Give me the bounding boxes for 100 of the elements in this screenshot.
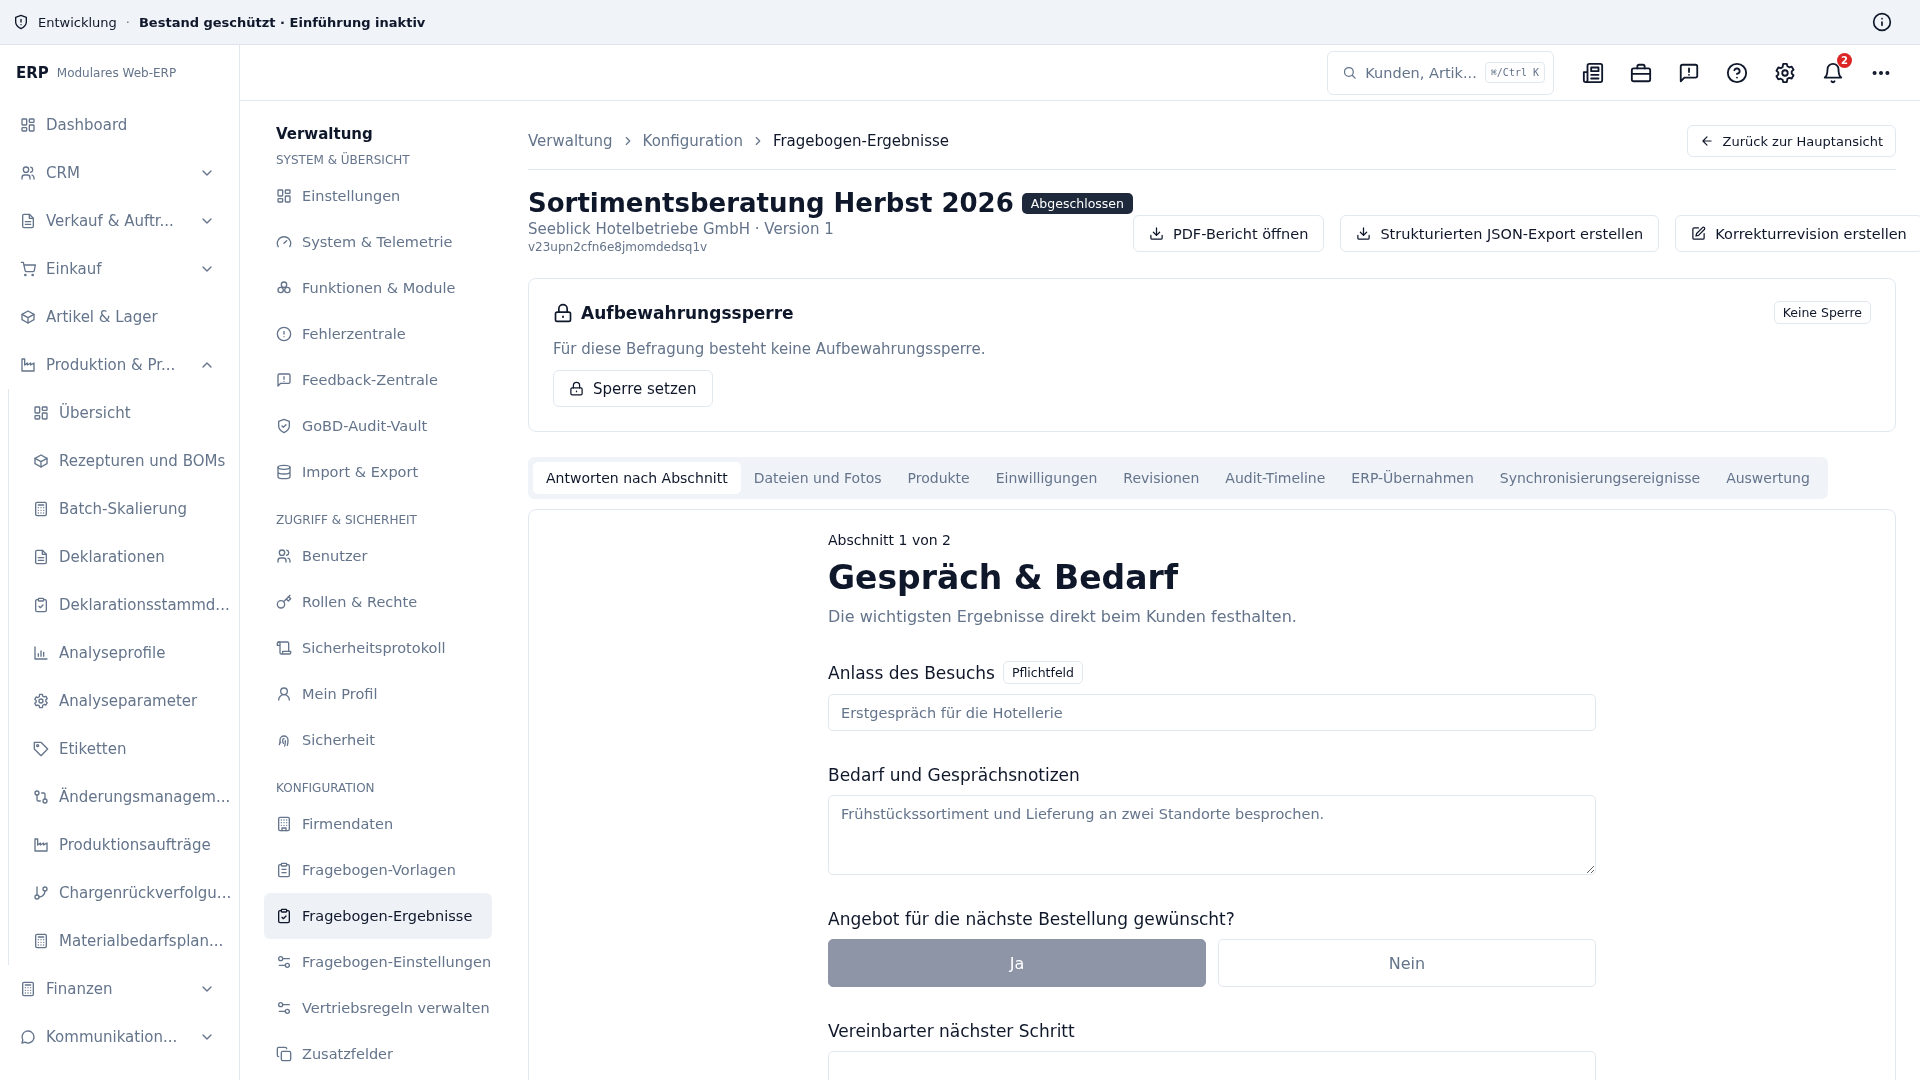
choice-button[interactable]: Nein — [1218, 939, 1596, 987]
tab[interactable]: Revisionen — [1110, 462, 1213, 494]
action-button[interactable]: Korrekturrevision erstellen — [1675, 215, 1920, 252]
page-title: Sortimentsberatung Herbst 2026 — [528, 188, 1014, 218]
arrow-left-icon — [1699, 134, 1714, 148]
admin-nav-item[interactable]: Zusatzfelder — [264, 1031, 492, 1077]
field-label: Anlass des Besuchs — [828, 662, 995, 683]
nav-subitem[interactable]: Analyseparameter — [9, 677, 239, 725]
sliders-icon — [276, 1000, 292, 1016]
briefcase-icon[interactable] — [1630, 61, 1652, 84]
building-icon — [276, 816, 292, 832]
nav-subitem[interactable]: Analyseprofile — [9, 629, 239, 677]
admin-nav-item[interactable]: Fragebogen-Vorlagen — [264, 847, 492, 893]
nav-subitem[interactable]: Änderungsmanagem... — [9, 773, 239, 821]
brand-subtitle: Modulares Web-ERP — [56, 66, 177, 80]
admin-nav-item[interactable]: Fragebogen-Ergebnisse — [264, 893, 492, 939]
brand-name: ERP — [16, 64, 49, 82]
action-button[interactable]: Strukturierten JSON-Export erstellen — [1340, 215, 1660, 252]
environment-label: Entwicklung — [38, 14, 117, 30]
nav-subitem[interactable]: Deklarationen — [9, 533, 239, 581]
users-icon — [276, 548, 292, 564]
choice-button[interactable]: Ja — [828, 939, 1206, 987]
text-area[interactable]: Frühstückssortiment und Lieferung an zwei Standorte besprochen. — [828, 795, 1596, 875]
copy-icon — [276, 1046, 292, 1062]
box-icon — [33, 453, 49, 469]
gear-icon[interactable] — [1774, 61, 1796, 84]
admin-nav-item[interactable]: Fragebogen-Einstellungen — [264, 939, 492, 985]
download-icon — [1356, 226, 1372, 241]
section-counter: Abschnitt 1 von 2 — [828, 532, 952, 548]
status-badge: Abgeschlossen — [1021, 192, 1133, 214]
user-icon — [276, 686, 292, 702]
breadcrumb-link[interactable]: Fragebogen-Ergebnisse — [772, 132, 950, 150]
database-icon — [276, 464, 292, 480]
separator: · — [125, 14, 130, 30]
nav-item[interactable]: Einkauf — [0, 245, 239, 293]
lock-icon — [569, 381, 584, 396]
nav-subitem[interactable]: Produktionsaufträge — [9, 821, 239, 869]
admin-nav-item[interactable]: Rollen & Rechte — [264, 579, 492, 625]
bar-chart-icon — [33, 645, 49, 661]
admin-nav-item[interactable]: Mein Profil — [264, 671, 492, 717]
admin-nav-item[interactable]: System & Telemetrie — [264, 219, 492, 265]
message-alert-icon[interactable] — [1678, 61, 1700, 84]
nav-item[interactable]: Kommunikation... — [0, 1013, 239, 1061]
set-lock-button[interactable]: Sperre setzen — [553, 370, 713, 407]
input-field[interactable]: Erstgespräch für die Hotellerie — [828, 694, 1596, 731]
factory-icon — [33, 837, 49, 853]
action-button[interactable]: PDF-Bericht öffnen — [1132, 215, 1325, 252]
field-label: Bedarf und Gesprächsnotizen — [828, 765, 1080, 785]
nav-subitem[interactable]: Deklarationsstammd... — [9, 581, 239, 629]
nav-subitem[interactable]: Batch-Skalierung — [9, 485, 239, 533]
search-icon — [1342, 65, 1358, 80]
tab[interactable]: Einwilligungen — [982, 462, 1111, 494]
tab[interactable]: Dateien und Fotos — [740, 462, 895, 494]
breadcrumb-link[interactable]: Verwaltung — [528, 132, 613, 150]
required-badge: Pflichtfeld — [1002, 661, 1083, 684]
admin-nav-item[interactable]: Funktionen & Module — [264, 265, 492, 311]
breadcrumb-link[interactable]: Konfiguration — [642, 132, 743, 150]
admin-nav-item[interactable]: GoBD-Audit-Vault — [264, 403, 492, 449]
tab[interactable]: Synchronisierungsereignisse — [1486, 462, 1714, 494]
nav-subitem[interactable]: Etiketten — [9, 725, 239, 773]
admin-nav-item[interactable]: Vertriebsregeln verwalten — [264, 985, 492, 1031]
lock-status-badge: Keine Sperre — [1773, 301, 1871, 324]
group-heading: ZUGRIFF & SICHERHEIT — [275, 512, 418, 529]
admin-nav-item[interactable]: Sicherheitsprotokoll — [264, 625, 492, 671]
admin-nav-item[interactable]: Einstellungen — [264, 173, 492, 219]
grid-icon — [20, 117, 36, 133]
admin-nav-item[interactable]: Sicherheit — [264, 717, 492, 763]
circles-icon — [276, 280, 292, 296]
field-label: Angebot für die nächste Bestellung gewünscht? — [828, 909, 1235, 929]
tab[interactable]: ERP-Übernahmen — [1338, 462, 1487, 494]
nav-item[interactable]: Artikel & Lager — [0, 293, 239, 341]
notification-count: 2 — [1837, 52, 1852, 68]
admin-nav-item[interactable]: Firmendaten — [264, 801, 492, 847]
nav-subitem[interactable]: Materialbedarfsplan... — [9, 917, 239, 965]
tab[interactable]: Produkte — [894, 462, 983, 494]
admin-nav-item[interactable]: Fehlerzentrale — [264, 311, 492, 357]
nav-item[interactable]: Verkauf & Auftr... — [0, 197, 239, 245]
message-alert-icon — [276, 372, 292, 388]
gear-icon — [33, 693, 49, 709]
tab[interactable]: Auswertung — [1713, 462, 1823, 494]
info-icon[interactable] — [1872, 12, 1892, 32]
newspaper-icon[interactable] — [1582, 61, 1604, 84]
nav-item[interactable]: Produktion & Pr... — [0, 341, 239, 389]
nav-subitem[interactable]: Übersicht — [9, 389, 239, 437]
nav-subitem[interactable]: Chargenrückverfolgu... — [9, 869, 239, 917]
tab[interactable]: Audit-Timeline — [1212, 462, 1339, 494]
back-button[interactable]: Zurück zur Hauptansicht — [1686, 125, 1896, 157]
nav-item[interactable]: CRM — [0, 149, 239, 197]
nav-item[interactable]: Dashboard — [0, 101, 239, 149]
tab[interactable]: Antworten nach Abschnitt — [533, 462, 741, 494]
admin-nav-item[interactable]: Import & Export — [264, 449, 492, 495]
nav-item[interactable]: Finanzen — [0, 965, 239, 1013]
search-field[interactable]: Kunden, Artik... ⌘/Ctrl K — [1327, 50, 1554, 95]
download-icon — [1148, 226, 1164, 241]
admin-nav-item[interactable]: Feedback-Zentrale — [264, 357, 492, 403]
input-field[interactable] — [828, 1051, 1596, 1080]
nav-subitem[interactable]: Rezepturen und BOMs — [9, 437, 239, 485]
admin-nav-item[interactable]: Benutzer — [264, 533, 492, 579]
help-icon[interactable] — [1726, 61, 1748, 84]
shield-check-icon — [276, 418, 292, 434]
